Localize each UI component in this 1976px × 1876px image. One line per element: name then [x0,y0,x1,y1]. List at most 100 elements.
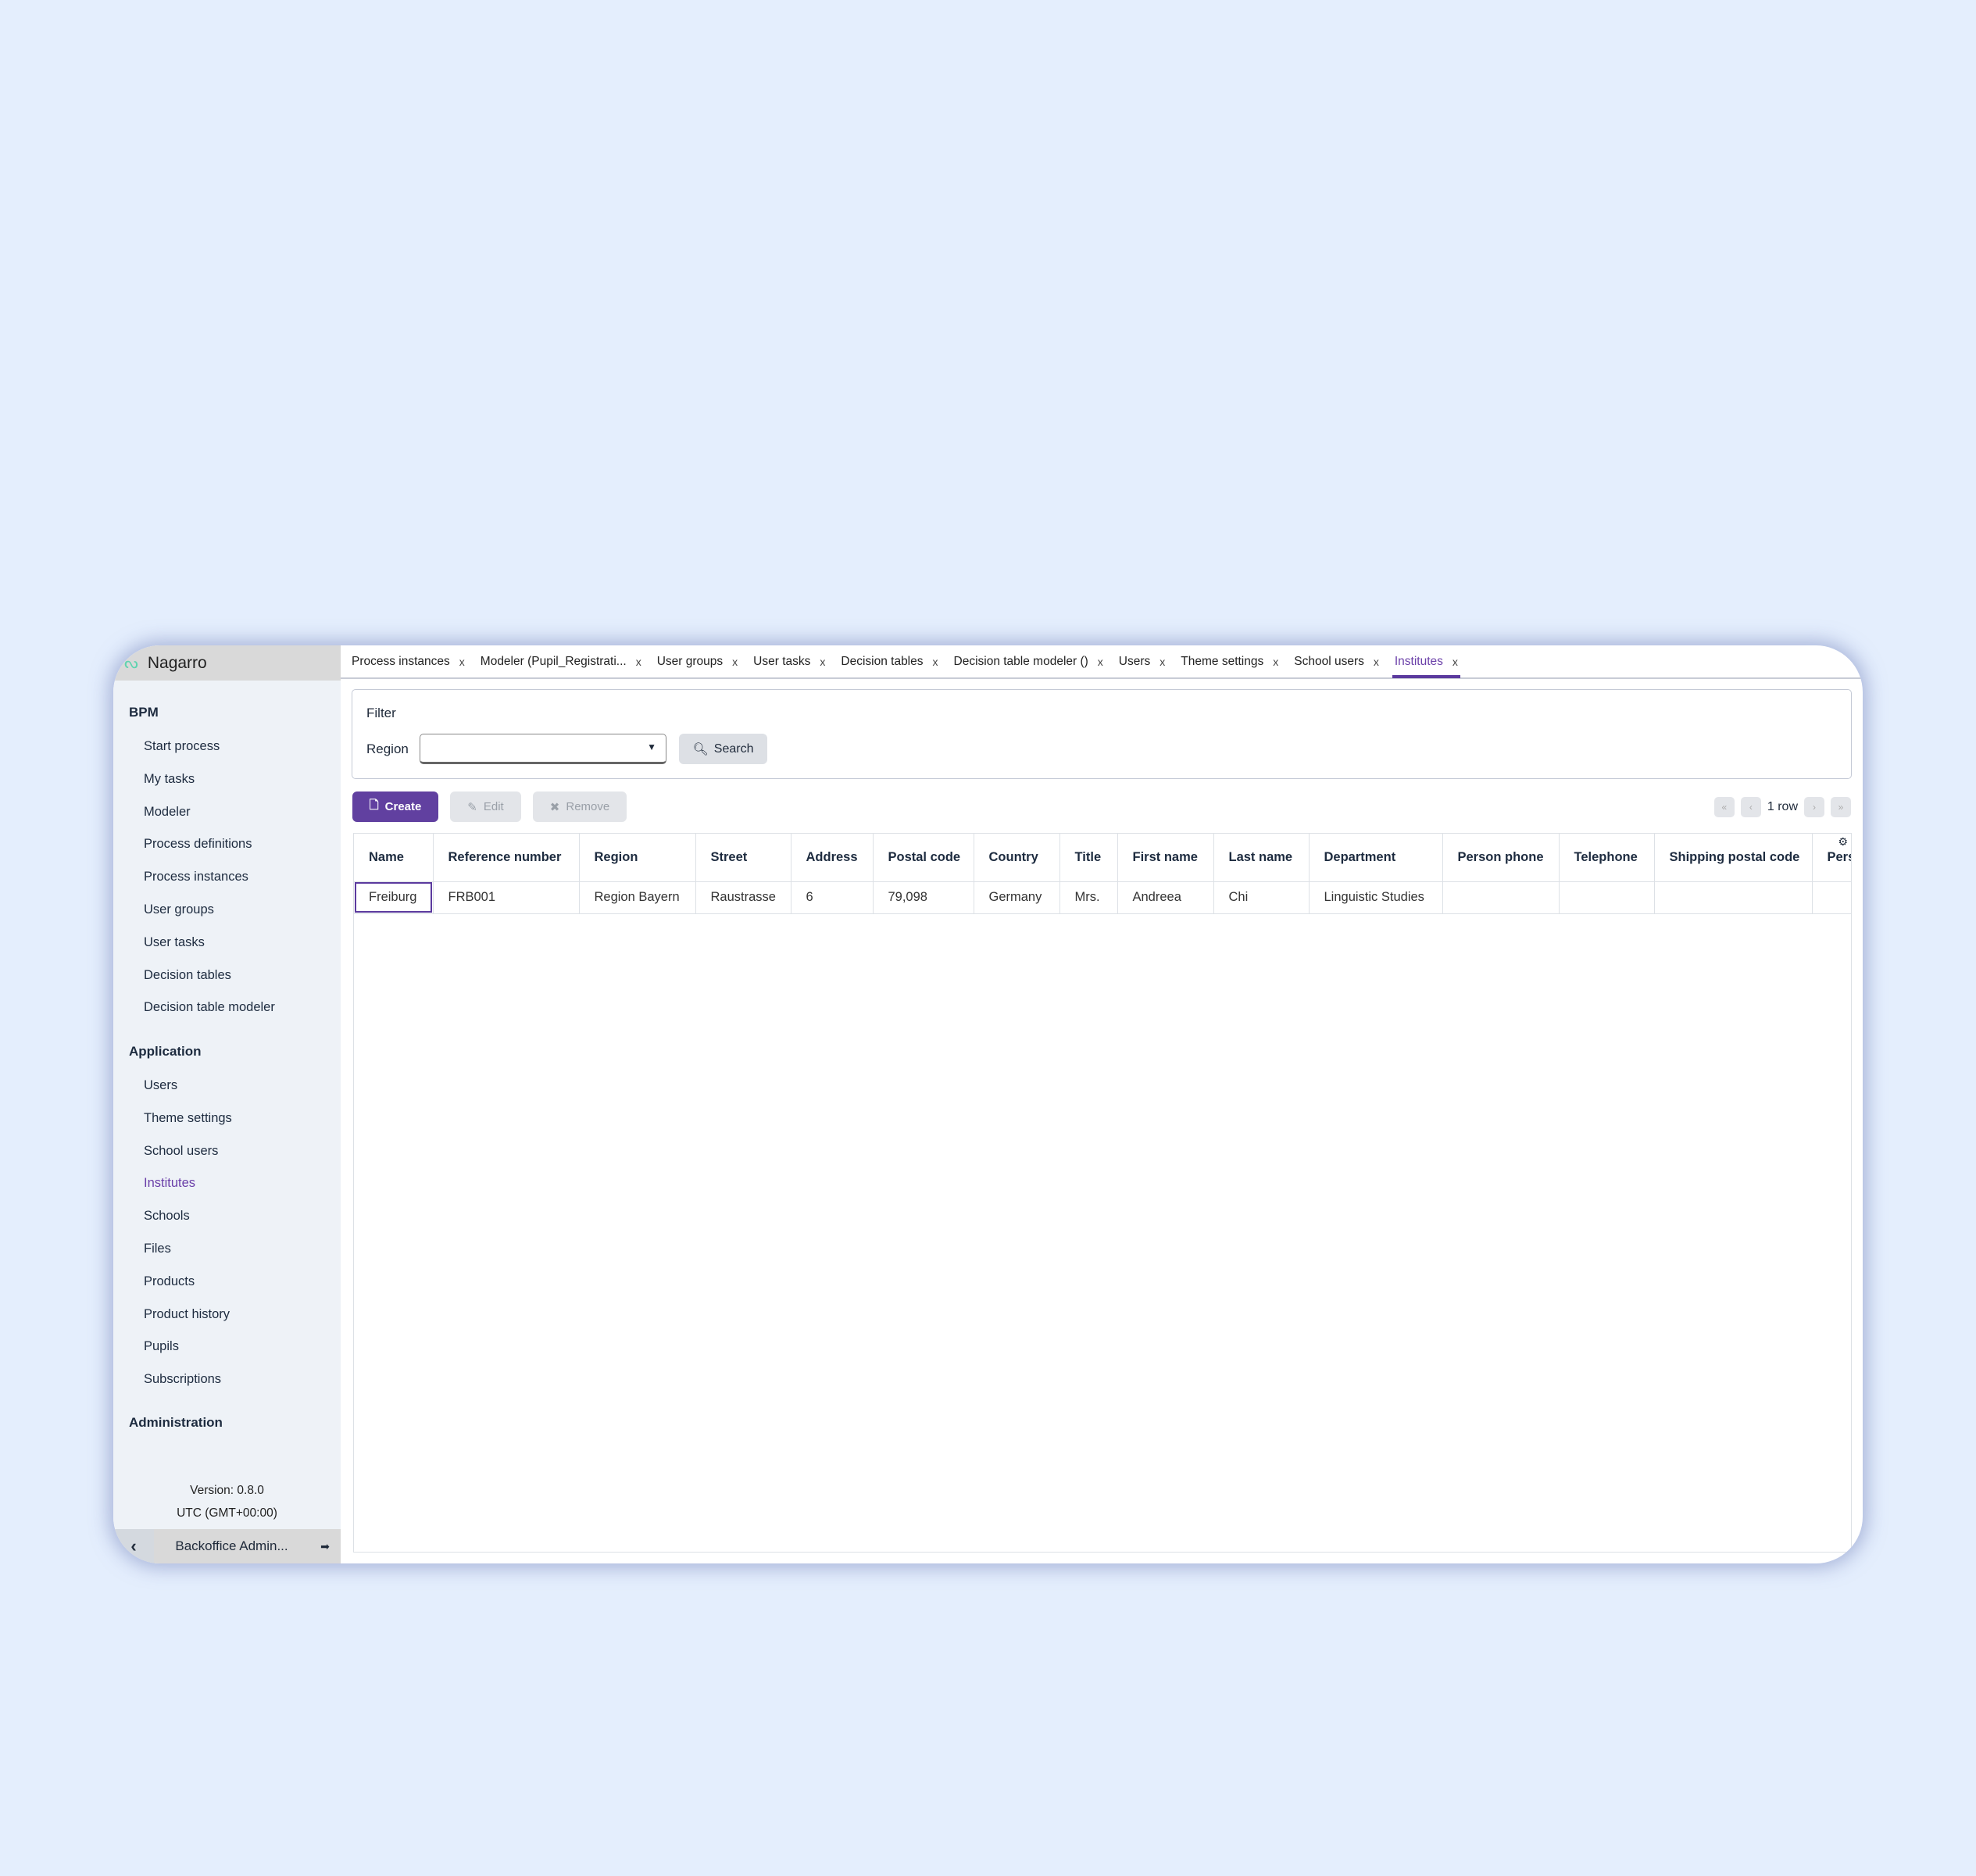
logout-icon[interactable]: ➡ [309,1540,341,1553]
sidebar-section-application: Application [129,1044,202,1059]
column-header-reference-number[interactable]: Reference number [433,834,580,882]
tab-user-groups[interactable]: User groups x [655,645,740,678]
tab-label: Institutes [1394,654,1443,668]
region-label: Region [366,741,409,756]
sidebar-item-process-instances[interactable]: Process instances [144,870,248,884]
sidebar-item-products[interactable]: Products [144,1274,195,1289]
prev-page-icon[interactable]: ‹ [1740,797,1761,817]
column-header-title[interactable]: Title [1059,834,1118,882]
table-cell[interactable]: Mrs. [1059,881,1118,914]
sidebar-item-pupils[interactable]: Pupils [144,1339,179,1354]
sidebar-item-files[interactable]: Files [144,1242,171,1256]
sidebar-item-my-tasks[interactable]: My tasks [144,772,195,787]
column-header-name[interactable]: Name [354,834,434,882]
table-cell[interactable] [1559,881,1655,914]
table-cell[interactable]: Raustrasse [695,881,791,914]
column-header-telephone[interactable]: Telephone [1559,834,1655,882]
table-cell[interactable]: Linguistic Studies [1309,881,1443,914]
table-cell[interactable]: 79,098 [873,881,974,914]
sidebar-item-theme-settings[interactable]: Theme settings [144,1111,232,1126]
nagarro-logo-icon: ᔓ [124,655,138,672]
tab-process-instances[interactable]: Process instances x [349,645,467,678]
close-icon[interactable]: x [1098,656,1103,668]
tab-label: Modeler (Pupil_Registrati... [480,654,627,668]
create-button[interactable]: 🗋 Create [352,791,438,822]
column-header-shipping-postal-code[interactable]: Shipping postal code [1654,834,1813,882]
remove-button[interactable]: ✖ Remove [533,791,627,822]
edit-button[interactable]: ✎ Edit [450,791,521,822]
table-cell[interactable] [1812,881,1851,914]
sidebar-item-user-tasks[interactable]: User tasks [144,935,205,950]
close-icon[interactable]: x [1273,656,1278,668]
search-label: Search [713,741,754,756]
sidebar-item-subscriptions[interactable]: Subscriptions [144,1372,221,1387]
tab-label: Users [1118,654,1151,668]
close-icon[interactable]: x [1453,656,1458,668]
version-label: Version: 0.8.0 [190,1484,264,1497]
table-cell[interactable]: Freiburg [354,881,434,914]
tab-label: Process instances [352,654,450,668]
tab-users[interactable]: Users x [1117,645,1167,678]
table-cell[interactable]: Germany [974,881,1060,914]
close-icon[interactable]: x [459,656,465,668]
row-count: 1 row [1767,800,1798,813]
column-header-first-name[interactable]: First name [1117,834,1214,882]
region-select[interactable]: ▼ [420,734,666,764]
close-icon[interactable]: x [933,656,938,668]
table-cell[interactable]: Region Bayern [579,881,696,914]
close-icon[interactable]: x [820,656,825,668]
sidebar-item-school-users[interactable]: School users [144,1144,218,1159]
tab-user-tasks[interactable]: User tasks x [751,645,827,678]
tab-institutes[interactable]: Institutes x [1392,645,1460,678]
tab-theme-settings[interactable]: Theme settings x [1178,645,1281,678]
column-header-person-phone[interactable]: Person phone [1442,834,1560,882]
sidebar-item-decision-tables[interactable]: Decision tables [144,968,231,983]
column-header-last-name[interactable]: Last name [1213,834,1310,882]
sidebar-item-modeler[interactable]: Modeler [144,805,191,820]
next-page-icon[interactable]: › [1804,797,1824,817]
column-header-country[interactable]: Country [974,834,1060,882]
last-page-icon[interactable]: » [1831,797,1851,817]
tab-bar: Process instances x Modeler (Pupil_Registr… [341,645,1863,679]
table-cell[interactable]: Chi [1213,881,1310,914]
table-cell[interactable]: FRB001 [433,881,580,914]
table-cell[interactable] [1442,881,1560,914]
sidebar-item-schools[interactable]: Schools [144,1209,190,1224]
table-cell[interactable]: Andreea [1117,881,1214,914]
brand-name: Nagarro [147,653,207,672]
column-header-postal-code[interactable]: Postal code [873,834,974,882]
close-icon[interactable]: x [1160,656,1165,668]
first-page-icon[interactable]: « [1713,797,1735,817]
column-header-department[interactable]: Department [1309,834,1443,882]
table-cell[interactable]: 6 [791,881,874,914]
table-row[interactable]: Freiburg FRB001 Region Bayern Raustrasse 6 79… [354,881,1851,914]
tab-label: Theme settings [1181,654,1264,668]
gear-icon[interactable]: ⚙ [1838,835,1848,849]
sidebar-item-product-history[interactable]: Product history [144,1307,230,1322]
sidebar-item-start-process[interactable]: Start process [144,739,220,754]
tab-school-users[interactable]: School users x [1292,645,1381,678]
close-icon[interactable]: x [1374,656,1379,668]
sidebar: ᔓ Nagarro BPM Start process My tasks Modeler… [113,645,341,1563]
tab-decision-table-modeler-[interactable]: Decision table modeler () x [952,645,1106,678]
sidebar-item-process-definitions[interactable]: Process definitions [144,837,252,852]
table-cell[interactable] [1654,881,1813,914]
collapse-sidebar-icon[interactable]: ‹ [113,1529,154,1563]
edit-label: Edit [483,800,504,813]
tab-modeler-pupil-registrati-[interactable]: Modeler (Pupil_Registrati... x [478,645,644,678]
filter-panel: Filter Region ▼ 🔍︎ Search [352,689,1852,779]
close-icon[interactable]: x [732,656,738,668]
column-header-region[interactable]: Region [579,834,696,882]
user-name[interactable]: Backoffice Admin... [154,1538,309,1554]
column-header-street[interactable]: Street [695,834,791,882]
sidebar-item-decision-table-modeler[interactable]: Decision table modeler [144,1000,275,1015]
search-button[interactable]: 🔍︎ Search [679,734,767,764]
sidebar-item-institutes[interactable]: Institutes [144,1176,195,1191]
sidebar-item-user-groups[interactable]: User groups [144,902,214,917]
sidebar-item-users[interactable]: Users [144,1078,177,1093]
sidebar-section-administration: Administration [129,1415,223,1430]
tab-decision-tables[interactable]: Decision tables x [838,645,940,678]
column-header-address[interactable]: Address [791,834,874,882]
x-icon: ✖ [549,800,560,814]
close-icon[interactable]: x [636,656,641,668]
